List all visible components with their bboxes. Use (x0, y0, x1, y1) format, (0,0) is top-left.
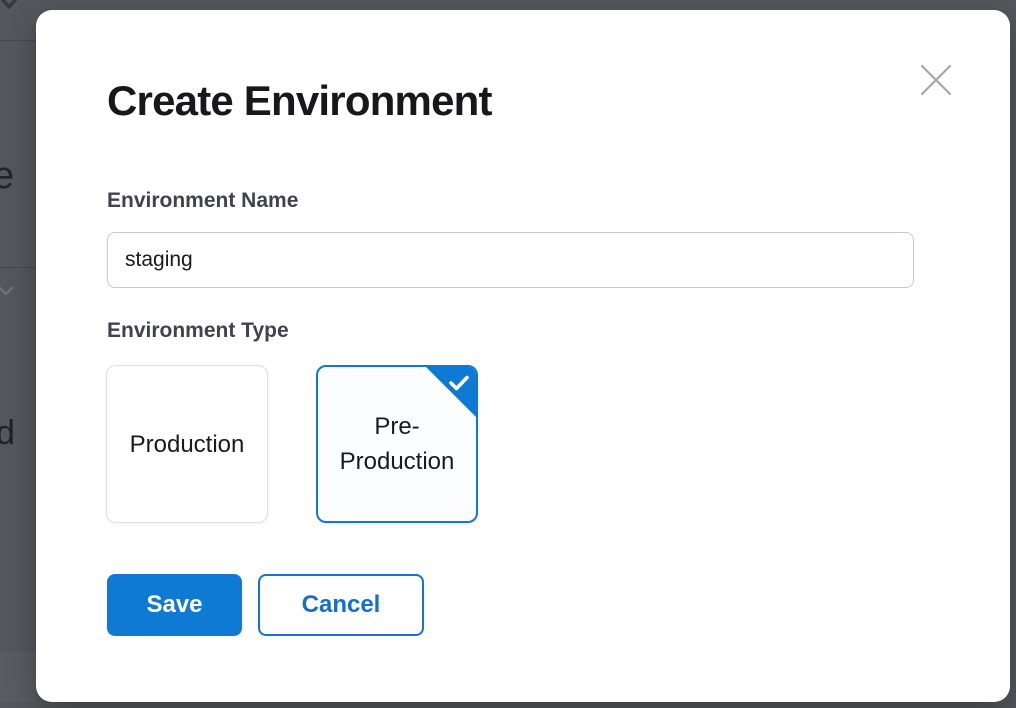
modal-title: Create Environment (107, 76, 492, 126)
close-button[interactable] (918, 62, 954, 98)
type-option-pre-production[interactable]: Pre-Production (316, 365, 478, 523)
save-button[interactable]: Save (107, 574, 242, 636)
environment-type-label: Environment Type (107, 318, 289, 344)
chevron-down-icon (0, 285, 14, 297)
type-option-label: Pre-Production (331, 409, 463, 479)
chevron-down-icon (0, 0, 18, 10)
modal-actions: Save Cancel (107, 574, 424, 636)
background-divider (0, 40, 36, 41)
check-icon (448, 374, 470, 392)
background-section (0, 652, 36, 702)
cancel-button[interactable]: Cancel (258, 574, 424, 636)
type-option-label: Production (130, 427, 245, 462)
environment-type-options: Production Pre-Production (106, 365, 478, 523)
background-divider (0, 267, 36, 268)
background-partial-text: e (0, 155, 14, 198)
create-environment-modal: Create Environment Environment Name Envi… (36, 10, 1010, 702)
environment-name-input[interactable] (107, 232, 914, 288)
background-partial-text: d (0, 414, 15, 453)
environment-name-label: Environment Name (107, 188, 298, 214)
type-option-production[interactable]: Production (106, 365, 268, 523)
x-icon (920, 64, 952, 96)
